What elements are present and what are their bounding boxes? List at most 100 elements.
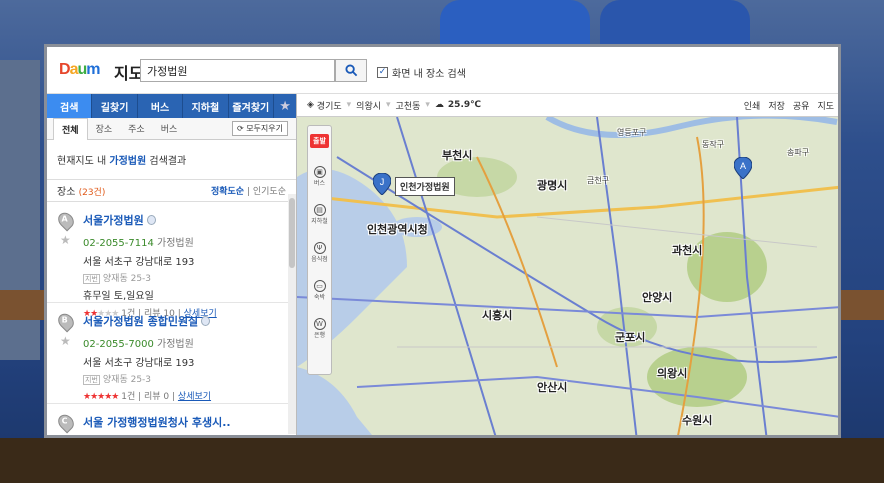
svg-text:J: J (380, 177, 385, 187)
bus-icon: ▣ (313, 166, 326, 178)
nav-directions[interactable]: 길찾기 (92, 94, 138, 118)
map-pin-j-icon[interactable]: J (373, 173, 391, 195)
info-badge-icon (201, 316, 211, 326)
daum-logo[interactable]: Daum (59, 61, 101, 79)
weather-cloud-icon: ☁ (434, 100, 444, 110)
map-label-suwon: 수원시 (682, 414, 713, 427)
result-message: 현재지도 내 가정법원 검색결과 (47, 140, 296, 180)
sort-accuracy[interactable]: 정확도순 (211, 187, 244, 197)
map-label-dongjak: 동작구 (702, 140, 725, 149)
tab-bus[interactable]: 버스 (153, 122, 186, 139)
svg-text:A: A (740, 161, 746, 171)
restaurant-icon: Ψ (313, 242, 326, 254)
favorite-star-icon[interactable]: ★ (60, 334, 71, 348)
area-search-label: 화면 내 장소 검색 (392, 69, 466, 80)
tool-bank[interactable]: W 은행 (308, 318, 331, 339)
map-label-gwangmyeong: 광명시 (537, 179, 568, 192)
place-name[interactable]: 서울가정법원 (83, 214, 144, 227)
map-label-bucheon: 부천시 (442, 149, 473, 162)
region-city[interactable]: 의왕시 (356, 99, 381, 112)
jibun-label: 지번 (83, 375, 100, 385)
place-name[interactable]: 서울가정법원 (83, 315, 144, 328)
background-floor (0, 438, 884, 483)
star-icon[interactable]: ★ (274, 94, 296, 118)
save-button[interactable]: 저장 (768, 99, 785, 112)
map-pin-a-icon[interactable]: A (734, 157, 752, 179)
area-search-checkbox[interactable]: ✓ (377, 67, 388, 78)
clear-all-button[interactable]: ⟳ 모두지우기 (231, 121, 288, 136)
place-address: 서울 서초구 강남대로 193 (83, 257, 195, 268)
place-jibun: 양재동 25-3 (102, 375, 152, 385)
sort-popularity[interactable]: 인기도순 (253, 187, 286, 197)
share-button[interactable]: 공유 (793, 99, 810, 112)
scrollbar-thumb[interactable] (289, 198, 295, 268)
search-button[interactable] (335, 59, 367, 82)
map-label-gunpo: 군포시 (615, 331, 646, 344)
tool-bus[interactable]: ▣ 버스 (308, 166, 331, 187)
tool-lodging[interactable]: ▭ 숙박 (308, 280, 331, 301)
sidebar-scrollbar[interactable] (288, 194, 296, 434)
nav-search[interactable]: 검색 (47, 94, 93, 118)
location-icon: ◈ (307, 100, 314, 110)
bed-icon: ▭ (313, 280, 326, 292)
result-tabs: 전체 장소 주소 버스 ⟳ 모두지우기 (47, 118, 296, 140)
list-item[interactable]: A ★ 서울가정법원 02-2055-7114 가정법원 서울 서초구 강남대로… (47, 202, 296, 319)
map-window: Daum 지도 가정법원 ✓ 화면 내 장소 검색 검색 길찾기 버스 지하철 … (44, 44, 841, 438)
bank-icon: W (313, 318, 326, 330)
tool-food[interactable]: Ψ 음식점 (308, 242, 331, 263)
region-province[interactable]: 경기도 (317, 99, 342, 112)
map-toolbar: ◈ 경기도 ▾ 의왕시 ▾ 고천동 ▾ ☁ 25.9℃ 인쇄 저장 공유 지도 (297, 94, 838, 117)
result-list: A ★ 서울가정법원 02-2055-7114 가정법원 서울 서초구 강남대로… (47, 202, 296, 435)
places-count: (23건) (78, 188, 106, 198)
place-name[interactable]: 서울 가정행정법원청사 후생시.. (83, 416, 231, 429)
place-category: 가정법원 (157, 238, 194, 249)
map-label-yeongdeungpo: 영등포구 (617, 128, 647, 137)
print-button[interactable]: 인쇄 (744, 99, 761, 112)
map-canvas[interactable]: 부천시 광명시 인천광역시청 과천시 안양시 시흥시 군포시 의왕시 안산시 수… (297, 117, 838, 435)
nav-subway[interactable]: 지하철 (183, 94, 229, 118)
tab-all[interactable]: 전체 (53, 118, 88, 140)
tool-start[interactable]: 출발 (308, 134, 331, 148)
map-callout[interactable]: 인천가정법원 (395, 177, 455, 196)
jibun-label: 지번 (83, 274, 100, 284)
place-name-suffix[interactable]: 종합민원실 (148, 315, 199, 328)
map-label-geumcheon: 금천구 (587, 176, 610, 185)
search-icon (344, 64, 357, 77)
marker-c-icon: C (55, 411, 77, 434)
search-input[interactable]: 가정법원 (140, 59, 335, 82)
detail-link[interactable]: 상세보기 (178, 392, 211, 402)
map-label-uiwang: 의왕시 (657, 367, 688, 380)
tab-address[interactable]: 주소 (120, 122, 153, 139)
list-item[interactable]: C 서울 가정행정법원청사 후생시.. (47, 404, 296, 435)
marker-b-icon: B (55, 310, 77, 333)
subway-icon: ▤ (313, 204, 326, 216)
area-search-option[interactable]: ✓ 화면 내 장소 검색 (377, 65, 466, 80)
info-badge-icon (146, 215, 156, 225)
sidebar: 검색 길찾기 버스 지하철 즐겨찾기 ★ 전체 장소 주소 버스 ⟳ 모두지우기… (47, 94, 297, 435)
clear-all-label: 모두지우기 (246, 124, 283, 133)
nav-bus[interactable]: 버스 (138, 94, 184, 118)
list-item[interactable]: B ★ 서울가정법원 종합민원실 02-2055-7000 가정법원 서울 서초… (47, 303, 296, 404)
hours-label: 휴무일 (83, 291, 111, 302)
map-label-songpa: 송파구 (787, 148, 810, 157)
map-label-gwacheon: 과천시 (672, 244, 703, 257)
rating-stars: ★★★★★ (83, 392, 119, 402)
place-jibun: 양재동 25-3 (102, 274, 152, 284)
map-label-anyang: 안양시 (642, 291, 673, 304)
tool-subway[interactable]: ▤ 지하철 (308, 204, 331, 225)
result-keyword: 가정법원 (109, 156, 147, 167)
place-phone: 02-2055-7114 (83, 238, 154, 249)
place-address: 서울 서초구 강남대로 193 (83, 358, 195, 369)
result-prefix: 현재지도 내 (57, 156, 107, 167)
places-label: 장소 (57, 187, 76, 198)
place-phone: 02-2055-7000 (83, 339, 154, 350)
tab-places[interactable]: 장소 (88, 122, 121, 139)
map-type-button[interactable]: 지도 (817, 99, 834, 112)
place-rating: ★★★★★ 1건 | 리뷰 0 | 상세보기 (83, 392, 212, 402)
nav-favorites[interactable]: 즐겨찾기 (229, 94, 275, 118)
place-hours: 토,일요일 (113, 291, 154, 302)
favorite-star-icon[interactable]: ★ (60, 233, 71, 247)
region-dong[interactable]: 고천동 (396, 99, 421, 112)
review-count: 1건 (121, 392, 136, 402)
review-label: 리뷰 0 (144, 392, 170, 402)
